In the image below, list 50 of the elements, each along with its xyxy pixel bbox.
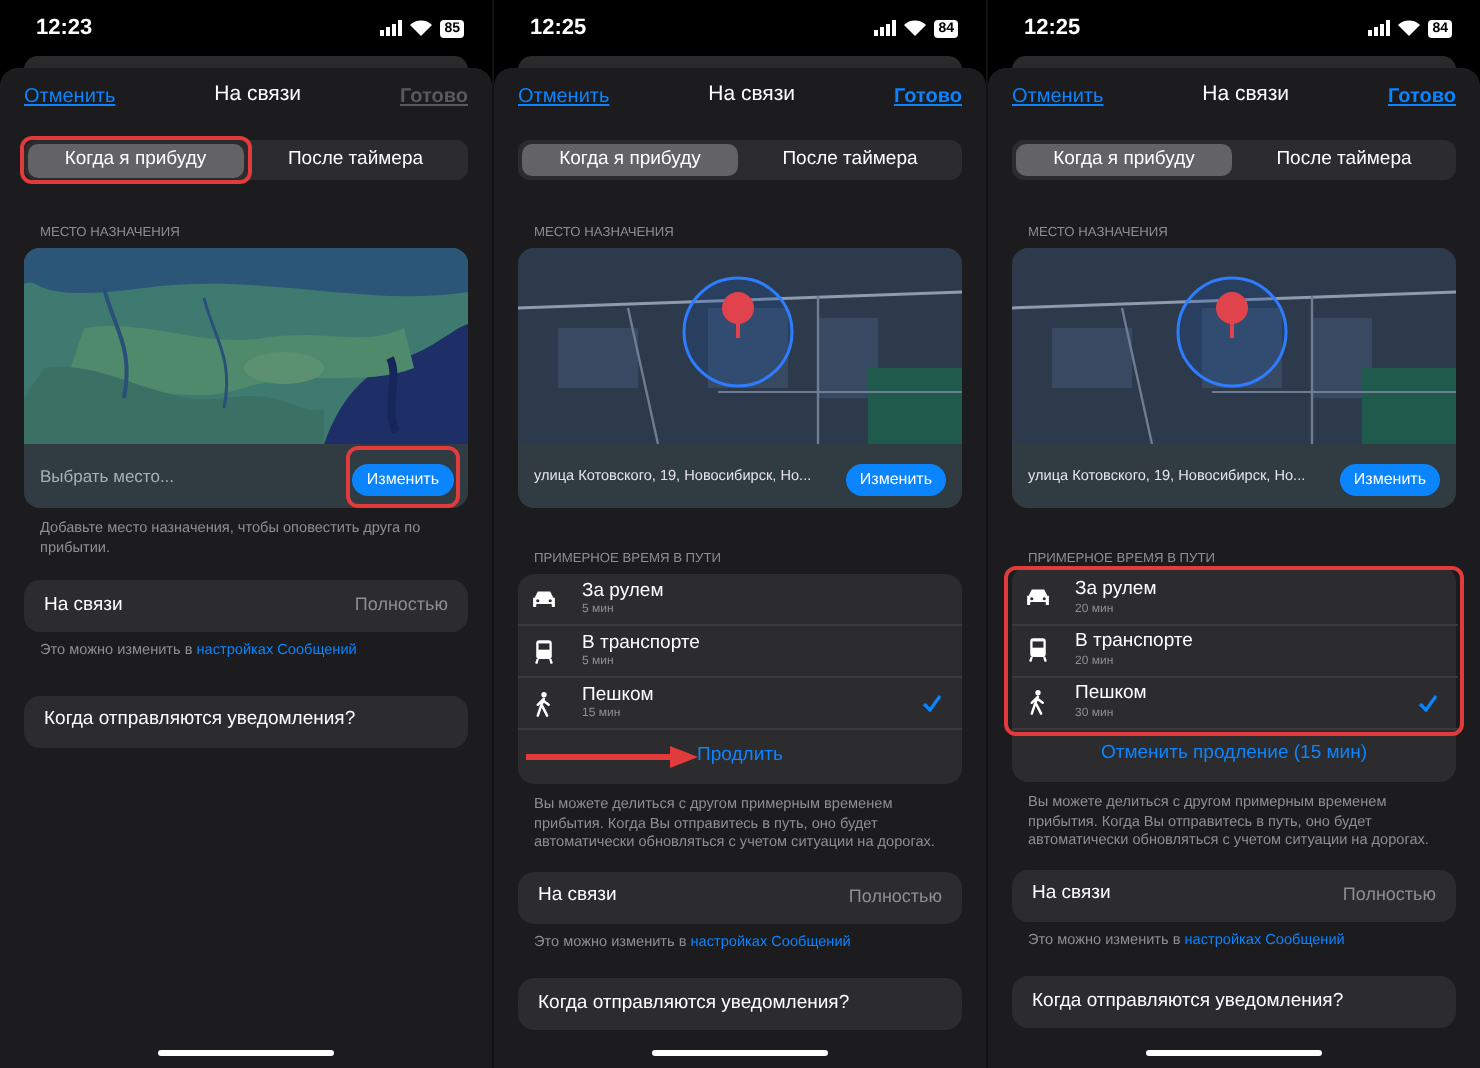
train-icon (1023, 636, 1051, 664)
status-time: 12:25 (530, 13, 587, 44)
extend-button[interactable]: Отменить продление (15 мин) (1100, 740, 1367, 770)
sheet-title: На связи (1202, 80, 1290, 111)
sharing-label: На связи (44, 591, 123, 620)
status-time: 12:23 (36, 13, 93, 44)
signal-icon (380, 20, 403, 36)
change-button[interactable]: Изменить (845, 464, 946, 496)
segment-tab[interactable]: После таймера (742, 144, 958, 176)
done-link[interactable]: Готово (893, 81, 962, 111)
sharing-value: Полностью (354, 592, 448, 619)
place-field[interactable]: Выбрать место... (40, 463, 280, 489)
sharing-value: Полностью (1342, 881, 1436, 908)
change-button[interactable]: Изменить (1339, 464, 1440, 496)
cancel-link[interactable]: Отменить (518, 81, 610, 111)
sheet-title: На связи (214, 80, 302, 111)
mode-label: Пешком (582, 685, 656, 705)
done-link[interactable]: Готово (1387, 81, 1456, 111)
sharing-value: Полностью (848, 883, 942, 910)
wifi-icon (1398, 20, 1421, 36)
sharing-label: На связи (538, 882, 617, 911)
mode-label: За рулем (582, 581, 666, 601)
wifi-icon (410, 20, 433, 36)
segment-tab[interactable]: После таймера (1236, 144, 1452, 176)
wifi-icon (904, 20, 927, 36)
signal-icon (874, 20, 897, 36)
sharing-row[interactable]: На связи Полностью (24, 580, 468, 632)
car-icon (530, 585, 558, 613)
notifications-link[interactable]: Когда отправляются уведомления? (44, 706, 356, 736)
change-button[interactable]: Изменить (352, 464, 453, 496)
cancel-link[interactable]: Отменить (24, 81, 116, 111)
sharing-row[interactable]: На связи Полностью (518, 871, 962, 923)
segment-tab[interactable]: Когда я прибуду (522, 144, 738, 176)
segment-tab[interactable]: Когда я прибуду (1016, 144, 1232, 176)
train-icon (530, 637, 558, 665)
status-time: 12:25 (1024, 13, 1081, 44)
mode-label: В транспорте (1075, 632, 1195, 652)
segment-tab[interactable]: Когда я прибуду (27, 143, 244, 177)
sharing-label: На связи (1032, 880, 1111, 909)
sheet-title: На связи (708, 80, 796, 111)
signal-icon (1368, 20, 1391, 36)
cancel-link[interactable]: Отменить (1012, 81, 1104, 111)
notifications-link[interactable]: Когда отправляются уведомления? (538, 989, 850, 1019)
extend-button[interactable]: Продлить (697, 742, 783, 772)
sharing-row[interactable]: На связи Полностью (1012, 869, 1456, 921)
notifications-link[interactable]: Когда отправляются уведомления? (1032, 987, 1344, 1017)
mode-label: Пешком (1075, 684, 1149, 704)
segment-tab[interactable]: После таймера (247, 144, 464, 176)
mode-label: За рулем (1075, 580, 1159, 600)
mode-label: В транспорте (582, 633, 702, 653)
